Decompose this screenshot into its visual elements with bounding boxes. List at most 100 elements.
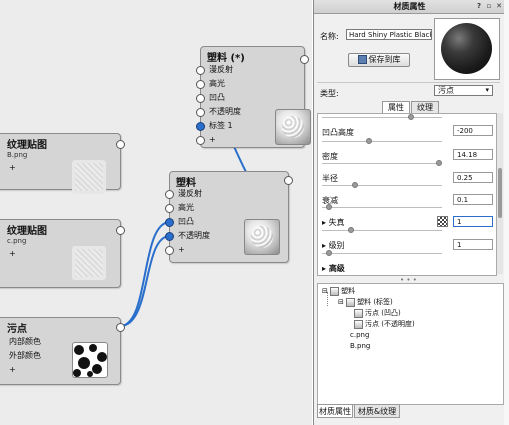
node-title: 塑料	[176, 178, 196, 189]
type-select[interactable]: 污点 ▾	[434, 85, 493, 96]
input-port[interactable]	[196, 94, 205, 103]
texture-thumbnail	[72, 160, 106, 194]
panel-titlebar: 材质属性 ? ▫ ✕	[314, 0, 505, 14]
material-name-field[interactable]: Hard Shiny Plastic Black #31	[346, 29, 432, 40]
tree-node-child[interactable]: ⊟ 塑料 (标签)	[338, 297, 393, 307]
name-label: 名称:	[320, 32, 339, 41]
input-port[interactable]	[196, 136, 205, 145]
tree-node-root[interactable]: ⊟ 塑料	[322, 286, 355, 296]
properties-list: 凹凸高度 -200 密度 14.18 半径 0.25 衰减 0.1 ▸ 失真 1…	[317, 113, 497, 276]
help-icon[interactable]: ?	[475, 2, 483, 10]
property-label-expandable[interactable]: ▸ 失真	[322, 217, 345, 228]
output-port[interactable]	[284, 176, 293, 185]
type-label: 类型:	[320, 89, 339, 98]
input-port-connected[interactable]	[196, 122, 205, 131]
port-row-bump[interactable]: 凹凸	[196, 92, 225, 104]
port-row-diffuse[interactable]: 漫反射	[165, 188, 202, 200]
node-texture-b[interactable]: 纹理贴图 B.png +	[0, 133, 125, 194]
node-title: 纹理贴图	[7, 226, 47, 237]
preview-sphere	[441, 23, 492, 74]
property-label: 凹凸高度	[322, 128, 354, 137]
node-texture-c[interactable]: 纹理贴图 c.png +	[0, 219, 125, 288]
port-row-add[interactable]: +	[0, 248, 16, 260]
node-graph-canvas[interactable]: 塑料 (*) 漫反射 高光 凹凸 不透明度 标签 1 + 塑料 漫反射 高光 凹…	[0, 0, 312, 425]
node-plastic[interactable]: 塑料 漫反射 高光 凹凸 不透明度 +	[165, 171, 293, 263]
input-port[interactable]	[196, 66, 205, 75]
divider	[317, 82, 500, 83]
density-field[interactable]: 14.18	[453, 149, 493, 160]
floppy-icon	[357, 55, 367, 64]
input-port-connected[interactable]	[165, 218, 174, 227]
falloff-slider[interactable]	[322, 204, 442, 210]
advanced-section[interactable]: ▸ 高级	[322, 263, 345, 274]
port-row-label[interactable]: 标签 1	[196, 120, 233, 132]
property-label: 密度	[322, 152, 338, 161]
falloff-field[interactable]: 0.1	[453, 194, 493, 205]
tab-material-properties[interactable]: 材质属性	[317, 404, 353, 418]
output-port[interactable]	[116, 323, 125, 332]
port-row-opacity[interactable]: 不透明度	[165, 230, 210, 242]
port-row-specular[interactable]: 高光	[165, 202, 194, 214]
tree-node-file[interactable]: B.png	[350, 342, 370, 350]
port-row-add[interactable]: +	[196, 134, 216, 146]
port-row-outer-color[interactable]: 外部颜色	[0, 350, 41, 362]
port-row-add[interactable]: +	[0, 162, 16, 174]
input-port[interactable]	[165, 246, 174, 255]
radius-field[interactable]: 0.25	[453, 172, 493, 183]
port-row-inner-color[interactable]: 内部颜色	[0, 336, 41, 348]
output-port[interactable]	[116, 140, 125, 149]
spots-icon	[354, 308, 363, 318]
tab-material-and-texture[interactable]: 材质&纹理	[354, 404, 400, 418]
input-port[interactable]	[165, 204, 174, 213]
slider-track-top	[322, 114, 442, 120]
node-plastic-top[interactable]: 塑料 (*) 漫反射 高光 凹凸 不透明度 标签 1 +	[196, 46, 311, 148]
tree-node-file[interactable]: c.png	[350, 331, 369, 339]
texture-filename: B.png	[7, 151, 28, 159]
restore-icon[interactable]: ▫	[485, 2, 493, 10]
save-to-library-button[interactable]: 保存到库	[348, 53, 410, 67]
density-slider[interactable]	[322, 160, 442, 166]
node-title: 塑料 (*)	[207, 53, 245, 64]
texture-map-icon[interactable]	[437, 216, 448, 227]
tree-node-leaf[interactable]: 污点 (不透明度)	[354, 319, 415, 329]
close-icon[interactable]: ✕	[495, 2, 503, 10]
port-row-bump[interactable]: 凹凸	[165, 216, 194, 228]
chevron-down-icon: ▾	[485, 86, 489, 94]
input-port-connected[interactable]	[165, 232, 174, 241]
distortion-field[interactable]: 1	[453, 216, 493, 227]
node-title: 纹理贴图	[7, 140, 47, 151]
texture-thumbnail	[72, 246, 106, 280]
input-port[interactable]	[196, 108, 205, 117]
spots-thumbnail	[72, 342, 108, 378]
material-preview	[434, 18, 500, 80]
material-tree: ⊟ 塑料 ⊟ 塑料 (标签) 污点 (凹凸) 污点 (不透明度) c.png B…	[317, 283, 504, 405]
property-label: 半径	[322, 174, 338, 183]
tab-texture[interactable]: 纹理	[411, 101, 439, 113]
port-row-add[interactable]: +	[0, 364, 16, 376]
levels-slider[interactable]	[322, 250, 442, 256]
node-spots[interactable]: 污点 内部颜色 外部颜色 +	[0, 317, 125, 385]
levels-field[interactable]: 1	[453, 239, 493, 250]
input-port[interactable]	[196, 80, 205, 89]
texture-filename: c.png	[7, 237, 27, 245]
port-row-diffuse[interactable]: 漫反射	[196, 64, 233, 76]
node-title: 污点	[7, 324, 27, 335]
tab-properties[interactable]: 属性	[382, 101, 410, 113]
properties-scrollbar[interactable]	[497, 113, 503, 274]
distortion-slider[interactable]	[322, 227, 442, 233]
spots-pattern	[73, 344, 107, 377]
port-row-specular[interactable]: 高光	[196, 78, 225, 90]
property-label-expandable[interactable]: ▸ 级别	[322, 240, 345, 251]
tree-node-leaf[interactable]: 污点 (凹凸)	[354, 308, 401, 318]
output-port[interactable]	[300, 55, 309, 64]
bump-height-field[interactable]: -200	[453, 125, 493, 136]
port-row-opacity[interactable]: 不透明度	[196, 106, 241, 118]
input-port[interactable]	[165, 190, 174, 199]
radius-slider[interactable]	[322, 182, 442, 188]
link-spots-to-opacity	[119, 235, 171, 327]
port-row-add[interactable]: +	[165, 244, 185, 256]
material-icon	[346, 297, 356, 307]
material-icon	[330, 286, 340, 296]
output-port[interactable]	[116, 226, 125, 235]
bump-height-slider[interactable]	[322, 138, 442, 144]
